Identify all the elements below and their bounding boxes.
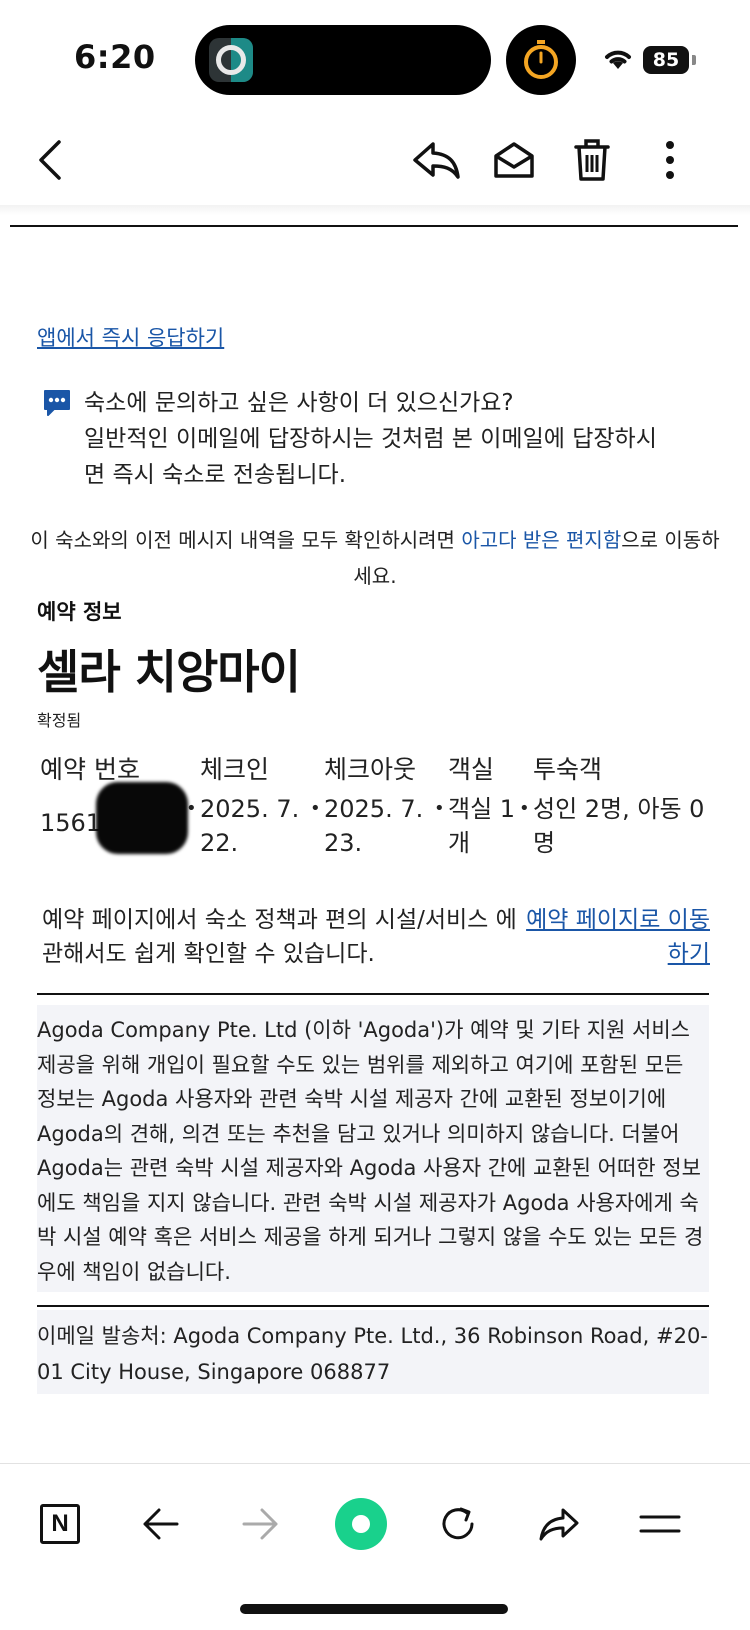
- inquiry-line: 일반적인 이메일에 답장하시는 것처럼 본 이메일에 답장하시: [84, 426, 657, 452]
- status-bar: 6:20 85: [0, 0, 750, 110]
- bullet: •: [310, 798, 321, 819]
- inquiry-text: 숙소에 문의하고 싶은 사항이 더 있으신가요? 일반적인 이메일에 답장하시는…: [84, 385, 704, 493]
- back-arrow-icon[interactable]: [131, 1494, 191, 1554]
- guests-cell: • 성인 2명, 아동 0명: [519, 792, 713, 860]
- check-out-column: 체크아웃 • 2025. 7. 23.: [310, 754, 424, 860]
- refresh-icon[interactable]: [428, 1494, 488, 1554]
- naver-n-icon[interactable]: N: [30, 1494, 90, 1554]
- guests-value: 성인 2명, 아동 0명: [533, 795, 705, 857]
- check-out-cell: • 2025. 7. 23.: [310, 792, 424, 860]
- trash-icon[interactable]: [564, 132, 620, 188]
- naver-n-letter: N: [40, 1504, 80, 1544]
- booking-page-info: 예약 페이지에서 숙소 정책과 편의 시설/서비스 에 관해서도 쉽게 확인할 …: [42, 907, 517, 967]
- home-indicator: [240, 1604, 508, 1614]
- agoda-inbox-link[interactable]: 아고다 받은 편지함: [461, 528, 621, 552]
- forward-arrow-icon[interactable]: [230, 1494, 290, 1554]
- disclaimer-box: Agoda Company Pte. Ltd (이하 'Agoda')가 예약 …: [37, 1005, 709, 1292]
- section-label: 예약 정보: [37, 600, 122, 624]
- check-in-cell: • 2025. 7. 22.: [186, 792, 300, 860]
- booking-status: 확정됨: [37, 711, 82, 730]
- column-header: 체크인: [200, 755, 270, 784]
- bottom-rule: [37, 1305, 709, 1307]
- room-value: 객실 1 개: [448, 795, 516, 857]
- disclaimer-text: Agoda Company Pte. Ltd (이하 'Agoda')가 예약 …: [37, 1018, 704, 1284]
- status-time: 6:20: [74, 38, 156, 76]
- column-header: 투숙객: [533, 755, 603, 784]
- check-in-value: 2025. 7. 22.: [200, 795, 300, 857]
- bullet: •: [434, 798, 445, 819]
- check-out-value: 2025. 7. 23.: [324, 795, 424, 857]
- room-cell: • 객실 1 개: [434, 792, 528, 860]
- battery-cap: [692, 55, 696, 65]
- redaction-mark: [96, 782, 188, 854]
- wifi-icon: [602, 45, 634, 75]
- check-in-column: 체크인 • 2025. 7. 22.: [186, 754, 300, 860]
- booking-page-link[interactable]: 예약 페이지로 이동하기: [520, 903, 710, 971]
- hotel-name: 셀라 치앙마이: [37, 645, 301, 699]
- timer-icon: [506, 25, 576, 95]
- inquiry-line: 면 즉시 숙소로 전송됩니다.: [84, 462, 347, 488]
- dynamic-island: [195, 25, 491, 95]
- column-header: 체크아웃: [324, 755, 417, 784]
- prev-msg-before: 이 숙소와의 이전 메시지 내역을 모두 확인하시려면: [30, 528, 462, 552]
- back-chevron-icon[interactable]: [22, 132, 78, 188]
- sender-box: 이메일 발송처: Agoda Company Pte. Ltd., 36 Rob…: [37, 1310, 709, 1394]
- previous-messages-text: 이 숙소와의 이전 메시지 내역을 모두 확인하시려면 아고다 받은 편지함으로…: [30, 522, 720, 594]
- mid-rule: [37, 993, 709, 995]
- share-icon[interactable]: [529, 1494, 589, 1554]
- battery-level: 85: [643, 46, 689, 74]
- column-header: 객실: [448, 755, 495, 784]
- chat-bubble-icon: [42, 388, 72, 422]
- sender-address: 이메일 발송처: Agoda Company Pte. Ltd., 36 Rob…: [37, 1324, 708, 1384]
- room-column: 객실 • 객실 1 개: [434, 754, 528, 860]
- mark-unread-icon[interactable]: [486, 132, 542, 188]
- app-reply-link[interactable]: 앱에서 즉시 응답하기: [37, 322, 224, 352]
- reply-icon[interactable]: [408, 132, 464, 188]
- mail-toolbar: [0, 110, 750, 210]
- more-vertical-icon[interactable]: [642, 132, 698, 188]
- inquiry-line: 숙소에 문의하고 싶은 사항이 더 있으신가요?: [84, 390, 514, 416]
- top-rule: [10, 225, 738, 227]
- toolbar-divider: [0, 205, 750, 215]
- guests-column: 투숙객 • 성인 2명, 아동 0명: [519, 754, 713, 860]
- green-home-icon[interactable]: [331, 1494, 391, 1554]
- menu-icon[interactable]: [630, 1494, 690, 1554]
- live-activity-app-icon: [209, 38, 253, 82]
- bullet: •: [519, 798, 530, 819]
